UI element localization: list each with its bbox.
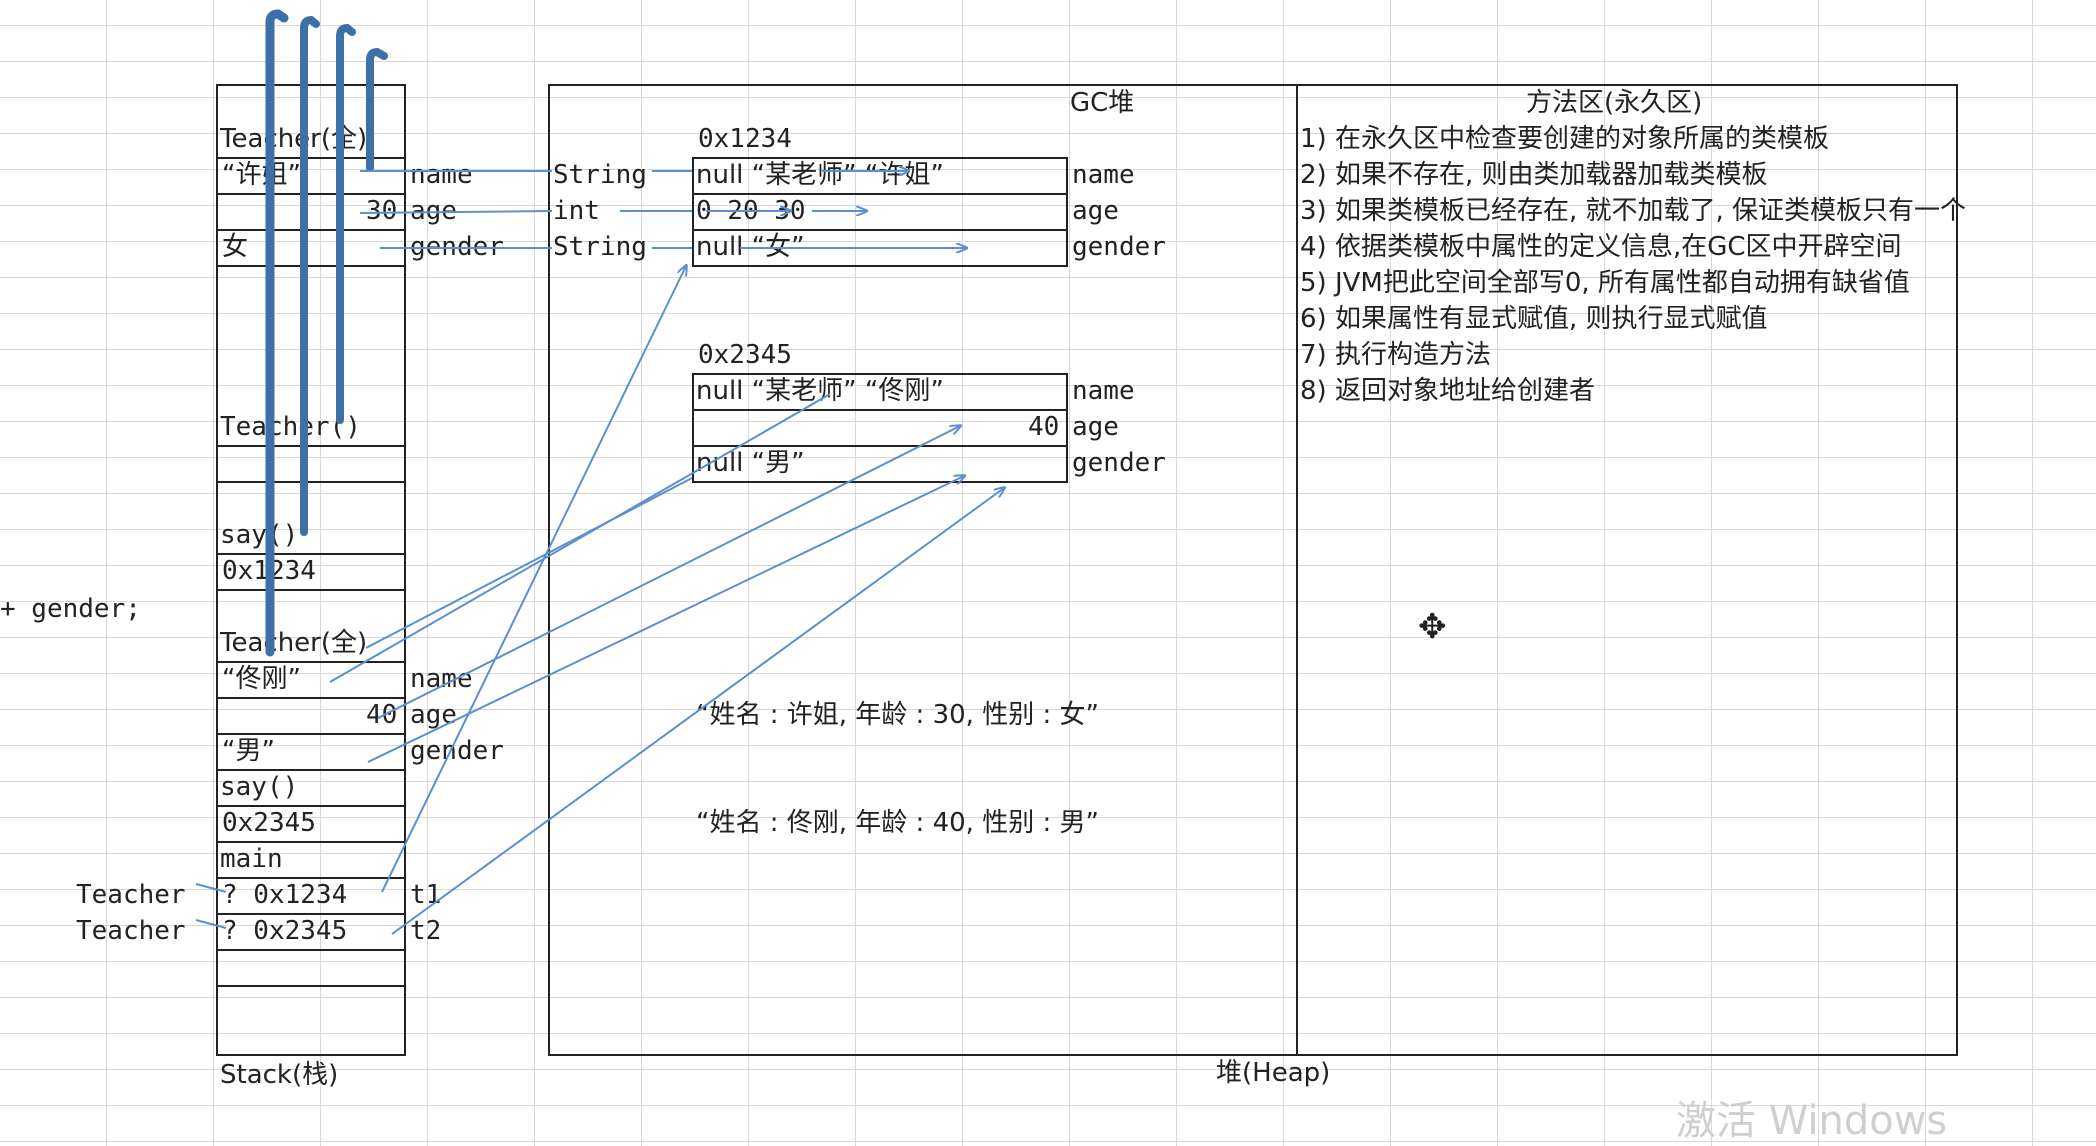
crosshair-cursor-icon: ✥ — [1418, 607, 1447, 647]
gc-heap-label: GC堆 — [1070, 88, 1135, 118]
stack-field-label: age — [410, 196, 457, 226]
heap-object-row-divider — [692, 229, 1068, 231]
method-step: 3) 如果类模板已经存在, 就不加载了, 保证类模板只有一个 — [1300, 196, 1967, 226]
heap-object-row-divider — [692, 445, 1068, 447]
stack-row-divider — [216, 805, 406, 807]
stack-row-divider — [216, 877, 406, 879]
stack-cell-value: 女 — [222, 232, 249, 262]
stack-row-divider — [216, 265, 406, 267]
stack-row-divider — [216, 193, 406, 195]
var-value: ? 0x2345 — [222, 916, 348, 946]
stack-cell-value: “佟刚” — [222, 664, 301, 694]
stack-row-divider — [216, 841, 406, 843]
heap-field-label: age — [1072, 412, 1119, 442]
stack-row-divider — [216, 157, 406, 159]
stack-row-divider — [216, 553, 406, 555]
var-type-label: Teacher — [76, 880, 186, 910]
stack-row-divider — [216, 589, 406, 591]
activation-watermark: 激活 Windows — [1676, 1098, 1948, 1144]
stack-row-divider — [216, 661, 406, 663]
heap-field-label: age — [1072, 196, 1119, 226]
say-output: “姓名 : 许姐, 年龄 : 30, 性别 : 女” — [696, 700, 1099, 730]
heap-region-label: 堆(Heap) — [1216, 1058, 1331, 1088]
code-fragment: + gender; — [0, 594, 141, 624]
stack-cell-value: 30 — [366, 196, 398, 226]
heap-cell-value: null “男” — [696, 448, 805, 478]
heap-method-divider — [1296, 84, 1298, 1056]
stack-row-divider — [216, 769, 406, 771]
stack-field-label: name — [410, 160, 473, 190]
method-step: 4) 依据类模板中属性的定义信息,在GC区中开辟空间 — [1300, 232, 1902, 262]
method-step: 8) 返回对象地址给创建者 — [1300, 376, 1595, 406]
stack-field-label: name — [410, 664, 473, 694]
stack-region-label: Stack(栈) — [220, 1060, 339, 1090]
stack-row-divider — [216, 733, 406, 735]
stack-row-divider — [216, 949, 406, 951]
stack-row-divider — [216, 481, 406, 483]
stack-field-label: gender — [410, 736, 504, 766]
method-step: 5) JVM把此空间全部写0, 所有属性都自动拥有缺省值 — [1300, 268, 1910, 298]
stack-row-divider — [216, 913, 406, 915]
say-output: “姓名 : 佟刚, 年龄 : 40, 性别 : 男” — [696, 808, 1099, 838]
stack-row-divider — [216, 229, 406, 231]
stack-cell-value: “许姐” — [222, 160, 301, 190]
stack-frame-label: main — [220, 844, 283, 874]
stack-row-divider — [216, 697, 406, 699]
stack-frame-label: say() — [220, 520, 299, 550]
stack-frame-label: Teacher(全) — [220, 124, 368, 154]
heap-cell-value: null “女” — [696, 232, 805, 262]
method-area-title: 方法区(永久区) — [1526, 88, 1703, 118]
heap-cell-value: null “某老师” “佟刚” — [696, 376, 944, 406]
stack-cell-value: 0x1234 — [222, 556, 316, 586]
heap-object-row-divider — [692, 193, 1068, 195]
object-address: 0x1234 — [698, 124, 792, 154]
stack-frame-label: say() — [220, 772, 299, 802]
stack-cell-value: 40 — [366, 700, 398, 730]
var-value: ? 0x1234 — [222, 880, 348, 910]
method-step: 7) 执行构造方法 — [1300, 340, 1491, 370]
method-step: 6) 如果属性有显式赋值, 则执行显式赋值 — [1300, 304, 1768, 334]
var-type-label: Teacher — [76, 916, 186, 946]
heap-object-row-divider — [692, 409, 1068, 411]
object-address: 0x2345 — [698, 340, 792, 370]
var-name: t1 — [410, 880, 442, 910]
stack-row-divider — [216, 985, 406, 987]
heap-cell-value: 0 20 30 — [696, 196, 806, 226]
stack-field-label: age — [410, 700, 457, 730]
var-name: t2 — [410, 916, 442, 946]
method-step: 1) 在永久区中检查要创建的对象所属的类模板 — [1300, 124, 1829, 154]
heap-field-label: name — [1072, 376, 1135, 406]
stack-field-label: gender — [410, 232, 504, 262]
heap-cell-value: null “某老师” “许姐” — [696, 160, 944, 190]
stack-cell-value: 0x2345 — [222, 808, 316, 838]
stack-cell-value: “男” — [222, 736, 275, 766]
heap-field-label: gender — [1072, 448, 1166, 478]
heap-cell-value: 40 — [1028, 412, 1060, 442]
heap-field-label: gender — [1072, 232, 1166, 262]
stack-frame-label: Teacher() — [220, 412, 361, 442]
stack-row-divider — [216, 445, 406, 447]
method-step: 2) 如果不存在, 则由类加载器加载类模板 — [1300, 160, 1768, 190]
heap-field-label: name — [1072, 160, 1135, 190]
stack-frame-label: Teacher(全) — [220, 628, 368, 658]
